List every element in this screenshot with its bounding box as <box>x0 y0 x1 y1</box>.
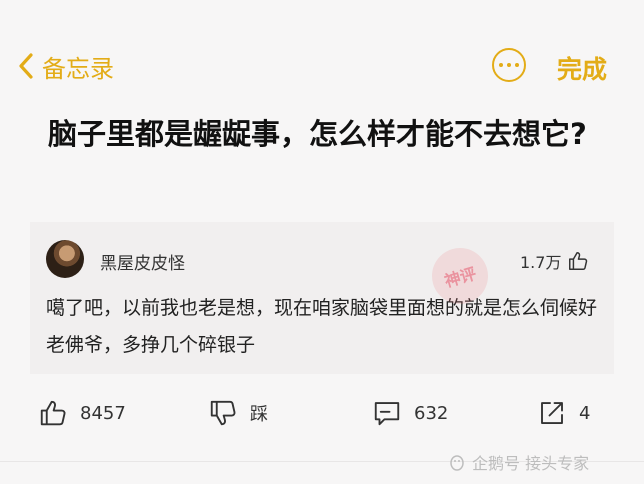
answer-like-button[interactable]: 1.7万 <box>520 249 589 273</box>
dot-icon <box>507 63 511 67</box>
comment-button[interactable]: 632 <box>372 398 448 428</box>
back-label: 备忘录 <box>42 54 114 83</box>
upvote-count: 8457 <box>80 402 126 424</box>
back-button[interactable]: 备忘录 <box>18 46 114 86</box>
action-bar: 8457 踩 632 4 <box>0 398 644 438</box>
comment-count: 632 <box>414 402 449 424</box>
username[interactable]: 黑屋皮皮怪 <box>100 249 185 274</box>
share-button[interactable]: 4 <box>537 398 590 428</box>
answer-card: 黑屋皮皮怪 1.7万 噶了吧，以前我也老是想，现在咱家脑袋里面想的就是怎么伺候好… <box>30 222 614 374</box>
watermark-text: 企鹅号 接头专家 <box>472 454 590 473</box>
answer-text: 噶了吧，以前我也老是想，现在咱家脑袋里面想的就是怎么伺候好老佛爷，多挣几个碎银子 <box>46 297 598 356</box>
downvote-label: 踩 <box>250 404 268 425</box>
avatar[interactable] <box>46 240 84 278</box>
watermark: 企鹅号 接头专家 <box>448 450 589 474</box>
stamp-text: 神评 <box>442 263 479 291</box>
dot-icon <box>515 63 519 67</box>
thumbs-down-icon <box>210 400 236 426</box>
top-bar: 备忘录 完成 <box>0 0 644 100</box>
dot-icon <box>499 63 503 67</box>
question-title: 脑子里都是龌龊事，怎么样才能不去想它? <box>48 117 587 151</box>
comment-icon <box>374 402 400 426</box>
chevron-left-icon <box>19 53 33 79</box>
share-count: 4 <box>579 402 591 424</box>
downvote-button[interactable]: 踩 <box>208 398 268 428</box>
thumbs-up-icon <box>40 400 66 426</box>
done-button[interactable]: 完成 <box>557 50 607 86</box>
penguin-icon <box>450 455 464 471</box>
thumbs-up-icon <box>569 252 588 270</box>
upvote-button[interactable]: 8457 <box>38 398 126 428</box>
more-options-button[interactable] <box>492 48 526 82</box>
answer-like-count: 1.7万 <box>520 253 562 272</box>
share-icon <box>541 402 563 424</box>
